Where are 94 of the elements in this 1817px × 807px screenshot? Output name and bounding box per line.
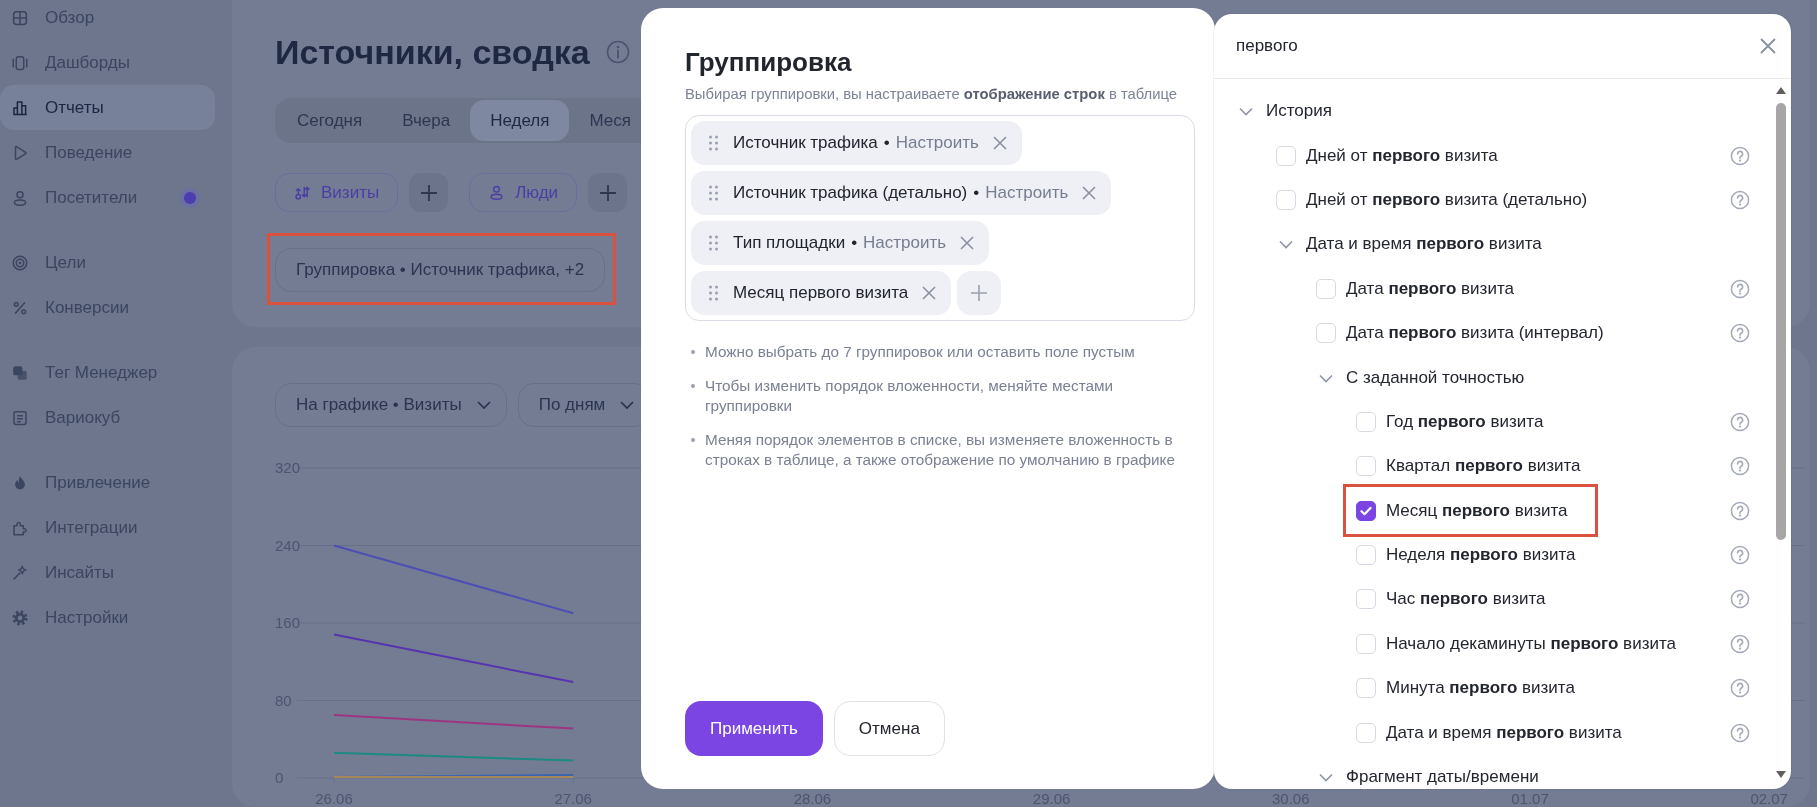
configure-link[interactable]: Настроить	[985, 183, 1069, 203]
close-icon[interactable]	[1760, 38, 1776, 54]
bar-chart-icon	[11, 98, 29, 117]
hint-text: Чтобы изменить порядок вложенности, меняйте местами группировки	[705, 376, 1115, 416]
add-button[interactable]	[409, 173, 449, 212]
page-title: Источники, сводка	[275, 32, 590, 72]
target-icon	[11, 253, 29, 272]
bullet-icon	[691, 350, 695, 354]
sidebar-item[interactable]: Отчеты	[0, 85, 215, 130]
add-button[interactable]	[588, 173, 628, 212]
cancel-button[interactable]: Отмена	[833, 701, 945, 756]
apply-button[interactable]: Применить	[685, 701, 823, 756]
close-icon[interactable]	[922, 286, 937, 300]
bullet-icon	[691, 384, 695, 388]
option-label[interactable]: Квартал первого визита	[1386, 456, 1581, 477]
option-label[interactable]: Минута первого визита	[1386, 678, 1575, 699]
grouping-field[interactable]: Источник трафика • Настроить Источник трафика (детально) • Настроить Тип площадки • Настроить Месяц первого визита	[685, 115, 1195, 321]
chevron-down-icon	[620, 398, 635, 412]
option-label[interactable]: Начало декаминуты первого визита	[1386, 633, 1676, 654]
close-icon[interactable]	[1082, 186, 1097, 200]
down-arrow-icon[interactable]	[1776, 771, 1786, 778]
person-icon	[11, 188, 29, 207]
option-label[interactable]: Дата и время первого визита	[1386, 722, 1622, 743]
grouping-chip[interactable]: Источник трафика (детально) • Настроить	[691, 171, 1112, 215]
dialog-title: Группировка	[685, 46, 852, 78]
configure-link[interactable]: Настроить	[895, 133, 979, 153]
help-icon[interactable]	[1730, 411, 1750, 432]
drag-handle-icon[interactable]	[709, 235, 718, 251]
chip-label: Источник трафика	[733, 133, 878, 153]
hint-text: Можно выбрать до 7 группировок или оставить поле пустым	[705, 342, 1136, 362]
grouping-chip[interactable]: Месяц первого визита	[691, 271, 952, 315]
help-icon[interactable]	[1730, 678, 1750, 699]
info-icon[interactable]	[605, 40, 630, 64]
scrollbar-thumb[interactable]	[1776, 103, 1786, 540]
period-tab[interactable]: Вчера	[382, 100, 471, 141]
help-icon[interactable]	[1730, 189, 1750, 210]
settings-icon	[11, 608, 29, 627]
help-icon[interactable]	[1730, 545, 1750, 566]
drag-handle-icon[interactable]	[709, 285, 718, 301]
help-icon[interactable]	[1730, 145, 1750, 166]
dialog-subtitle: Выбирая группировки, вы настраиваете отображение строк в таблице	[685, 85, 1177, 103]
separator: •	[851, 233, 858, 253]
option-label[interactable]: Дата первого визита (интервал)	[1346, 323, 1604, 344]
option-label[interactable]: Час первого визита	[1386, 589, 1546, 610]
drag-handle-icon[interactable]	[709, 185, 718, 201]
period-tab[interactable]: Меся	[569, 100, 651, 141]
circle-arrows-icon	[294, 184, 311, 201]
bullet-icon	[691, 438, 695, 442]
dropdown[interactable]: На графике • Визиты	[275, 383, 507, 427]
help-icon[interactable]	[1730, 456, 1750, 477]
squares-icon	[11, 363, 29, 382]
group-label[interactable]: Фрагмент даты/времени	[1346, 767, 1539, 788]
plus-icon	[970, 284, 989, 302]
chip-label: Источник трафика (детально)	[733, 183, 968, 203]
help-icon[interactable]	[1730, 500, 1750, 521]
grouping-chip[interactable]: Тип площадки • Настроить	[691, 221, 990, 265]
group-label[interactable]: История	[1266, 101, 1332, 122]
configure-link[interactable]: Настроить	[863, 233, 947, 253]
help-icon[interactable]	[1730, 323, 1750, 344]
hint-text: Меняя порядок элементов в списке, вы изменяете вложенность в строках в таблице, а также отображение по умолчанию в графике	[705, 430, 1176, 470]
option-label[interactable]: Дней от первого визита (детально)	[1306, 189, 1588, 210]
plus-icon	[598, 183, 617, 202]
option-label[interactable]: Неделя первого визита	[1386, 545, 1576, 566]
help-icon[interactable]	[1730, 278, 1750, 299]
wand-icon	[11, 563, 29, 582]
grouping-button[interactable]: Группировка • Источник трафика, +2	[275, 248, 606, 292]
panels-icon	[11, 53, 29, 72]
separator: •	[973, 183, 980, 203]
chip-label: Тип площадки	[733, 233, 846, 253]
add-button[interactable]	[957, 271, 1002, 315]
group-label[interactable]: С заданной точностью	[1346, 367, 1525, 388]
grouping-chip[interactable]: Источник трафика • Настроить	[691, 121, 1022, 165]
chevron-down-icon	[476, 398, 491, 412]
group-label[interactable]: Дата и время первого визита	[1306, 234, 1542, 255]
drag-handle-icon[interactable]	[709, 135, 718, 151]
help-icon[interactable]	[1730, 633, 1750, 654]
plus-icon	[419, 183, 438, 202]
close-icon[interactable]	[992, 136, 1007, 150]
option-label[interactable]: Дата первого визита	[1346, 278, 1514, 299]
option-label[interactable]: Месяц первого визита	[1386, 500, 1568, 521]
search-field[interactable]: первого	[1236, 26, 1760, 66]
up-arrow-icon[interactable]	[1776, 87, 1786, 94]
period-tab[interactable]: Сегодня	[277, 100, 383, 141]
help-icon[interactable]	[1730, 722, 1750, 743]
checkbox[interactable]	[1356, 500, 1376, 521]
chip-label: Месяц первого визита	[733, 283, 909, 303]
option-label[interactable]: Дней от первого визита	[1306, 145, 1498, 166]
close-icon[interactable]	[960, 236, 975, 250]
document-icon	[11, 408, 29, 427]
option-label[interactable]: Год первого визита	[1386, 411, 1544, 432]
separator: •	[883, 133, 890, 153]
grid-icon	[11, 8, 29, 27]
period-tab[interactable]: Неделя	[470, 100, 570, 141]
help-icon[interactable]	[1730, 589, 1750, 610]
